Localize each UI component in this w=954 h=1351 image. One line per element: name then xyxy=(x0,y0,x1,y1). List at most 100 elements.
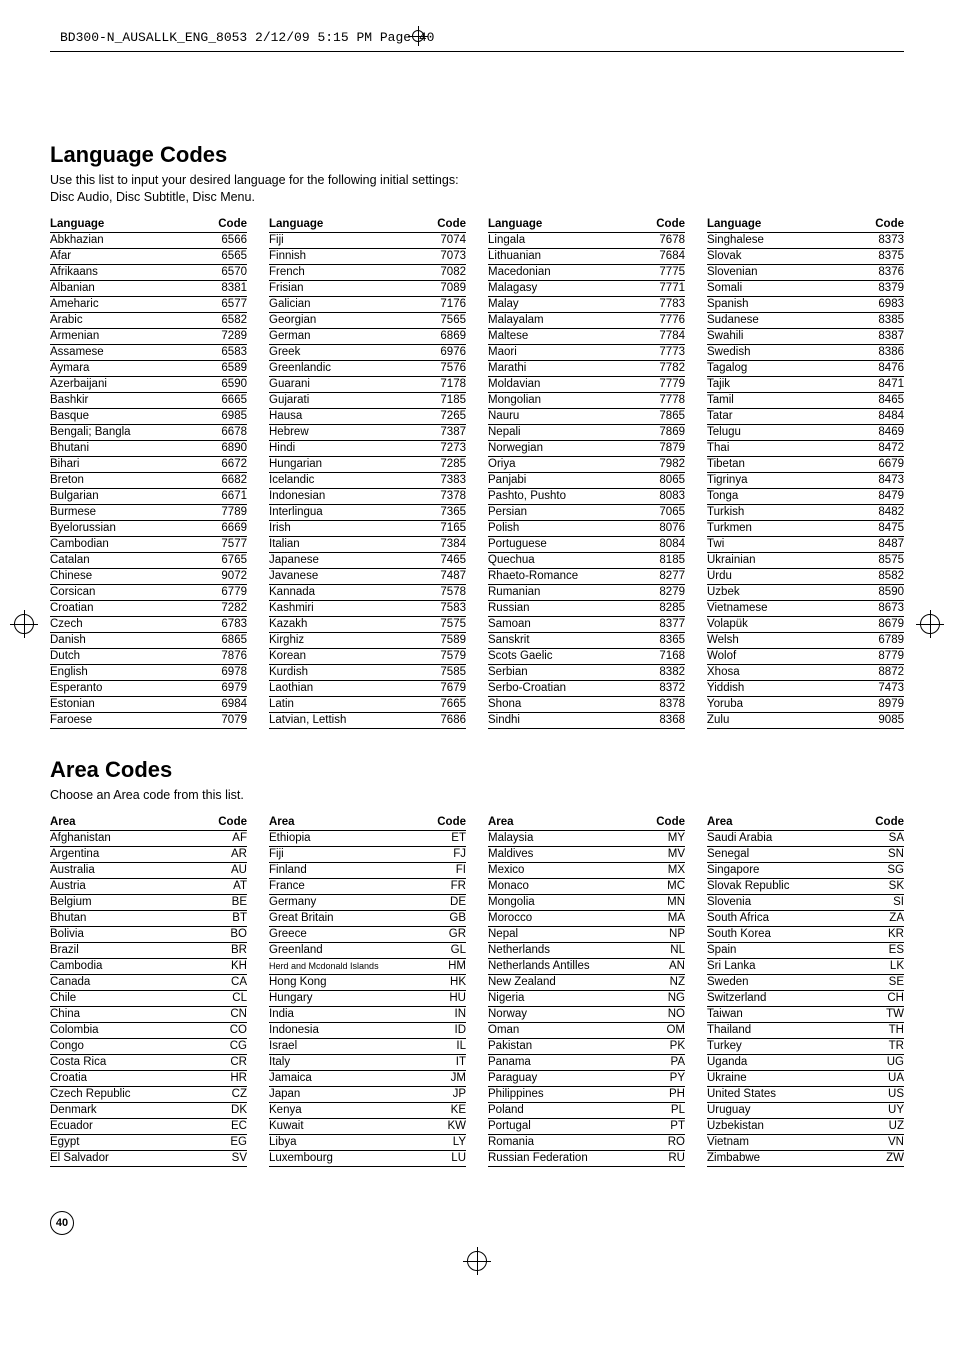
cell-code: GB xyxy=(425,910,466,926)
column-header-name: Language xyxy=(50,216,195,233)
table-row: Breton6682 xyxy=(50,472,247,488)
table-row: Malayalam7776 xyxy=(488,312,685,328)
table-row: Pashto, Pushto8083 xyxy=(488,488,685,504)
cell-name: Hindi xyxy=(269,440,413,456)
cell-name: Hong Kong xyxy=(269,974,425,990)
table-row: Estonian6984 xyxy=(50,696,247,712)
cell-name: Yiddish xyxy=(707,680,841,696)
cell-code: 7178 xyxy=(413,376,466,392)
cell-code: 7383 xyxy=(413,472,466,488)
cell-name: Swahili xyxy=(707,328,841,344)
cell-code: LY xyxy=(425,1134,466,1150)
cell-name: Serbo-Croatian xyxy=(488,680,637,696)
cell-code: 8872 xyxy=(841,664,904,680)
cell-code: CO xyxy=(195,1022,247,1038)
cell-code: 7579 xyxy=(413,648,466,664)
cell-name: Scots Gaelic xyxy=(488,648,637,664)
cell-name: Fiji xyxy=(269,232,413,248)
cell-code: HU xyxy=(425,990,466,1006)
table-row: Vietnamese8673 xyxy=(707,600,904,616)
cell-code: UA xyxy=(853,1070,904,1086)
cell-code: 8471 xyxy=(841,376,904,392)
cell-name: Xhosa xyxy=(707,664,841,680)
table-row: Russian FederationRU xyxy=(488,1150,685,1166)
table-row: PortugalPT xyxy=(488,1118,685,1134)
table-row: Basque6985 xyxy=(50,408,247,424)
table-row: Aymara6589 xyxy=(50,360,247,376)
column-header-code: Code xyxy=(413,216,466,233)
cell-name: Guarani xyxy=(269,376,413,392)
table-row: Slovak RepublicSK xyxy=(707,878,904,894)
table-row: Kurdish7585 xyxy=(269,664,466,680)
cell-name: Ethiopia xyxy=(269,830,425,846)
table-row: Bihari6672 xyxy=(50,456,247,472)
table-row: NetherlandsNL xyxy=(488,942,685,958)
cell-name: Hungarian xyxy=(269,456,413,472)
cell-code: 7365 xyxy=(413,504,466,520)
table-row: BhutanBT xyxy=(50,910,247,926)
cell-name: Uganda xyxy=(707,1054,853,1070)
cell-code: 7589 xyxy=(413,632,466,648)
cell-code: 7176 xyxy=(413,296,466,312)
cell-code: KW xyxy=(425,1118,466,1134)
cell-name: Zulu xyxy=(707,712,841,728)
table-row: Turkish8482 xyxy=(707,504,904,520)
cell-name: Slovenian xyxy=(707,264,841,280)
cell-code: 8779 xyxy=(841,648,904,664)
table-row: Sindhi8368 xyxy=(488,712,685,728)
table-row: Rhaeto-Romance8277 xyxy=(488,568,685,584)
table-row: Lithuanian7684 xyxy=(488,248,685,264)
cell-code: UG xyxy=(853,1054,904,1070)
cell-name: Croatian xyxy=(50,600,195,616)
table-row: SingaporeSG xyxy=(707,862,904,878)
table-row: KenyaKE xyxy=(269,1102,466,1118)
cell-name: Croatia xyxy=(50,1070,195,1086)
cell-code: 7773 xyxy=(637,344,685,360)
cell-name: Uzbekistan xyxy=(707,1118,853,1134)
cell-name: Turkmen xyxy=(707,520,841,536)
table-row: JamaicaJM xyxy=(269,1070,466,1086)
cell-code: 8465 xyxy=(841,392,904,408)
cell-name: Basque xyxy=(50,408,195,424)
cell-code: EC xyxy=(195,1118,247,1134)
table-row: Indonesian7378 xyxy=(269,488,466,504)
table-row: EthiopiaET xyxy=(269,830,466,846)
table-row: SwedenSE xyxy=(707,974,904,990)
language-column: LanguageCodeLingala7678Lithuanian7684Mac… xyxy=(488,216,685,729)
cell-code: IN xyxy=(425,1006,466,1022)
cell-name: Hausa xyxy=(269,408,413,424)
cell-name: Herd and Mcdonald Islands xyxy=(269,958,425,974)
cell-code: 6779 xyxy=(195,584,247,600)
cell-code: 6566 xyxy=(195,232,247,248)
cell-name: Bhutani xyxy=(50,440,195,456)
table-row: Afar6565 xyxy=(50,248,247,264)
cell-code: 8083 xyxy=(637,488,685,504)
table-row: CongoCG xyxy=(50,1038,247,1054)
cell-name: Tigrinya xyxy=(707,472,841,488)
table-row: Turkmen8475 xyxy=(707,520,904,536)
cell-code: 7665 xyxy=(413,696,466,712)
table-row: Danish6865 xyxy=(50,632,247,648)
table-row: El SalvadorSV xyxy=(50,1150,247,1166)
table-row: Hong KongHK xyxy=(269,974,466,990)
table-row: Malagasy7771 xyxy=(488,280,685,296)
cell-name: Slovenia xyxy=(707,894,853,910)
cell-name: Albanian xyxy=(50,280,195,296)
cell-name: Rhaeto-Romance xyxy=(488,568,637,584)
cell-name: Kazakh xyxy=(269,616,413,632)
table-row: Latin7665 xyxy=(269,696,466,712)
cell-name: Singapore xyxy=(707,862,853,878)
cell-name: Twi xyxy=(707,536,841,552)
cell-code: VN xyxy=(853,1134,904,1150)
cell-code: 6678 xyxy=(195,424,247,440)
cell-name: Colombia xyxy=(50,1022,195,1038)
language-column: LanguageCodeFiji7074Finnish7073French708… xyxy=(269,216,466,729)
table-row: Azerbaijani6590 xyxy=(50,376,247,392)
cell-code: 7778 xyxy=(637,392,685,408)
table-row: Hindi7273 xyxy=(269,440,466,456)
cell-name: Tajik xyxy=(707,376,841,392)
cell-code: 7779 xyxy=(637,376,685,392)
cell-code: 8279 xyxy=(637,584,685,600)
cell-name: Greek xyxy=(269,344,413,360)
cell-name: China xyxy=(50,1006,195,1022)
